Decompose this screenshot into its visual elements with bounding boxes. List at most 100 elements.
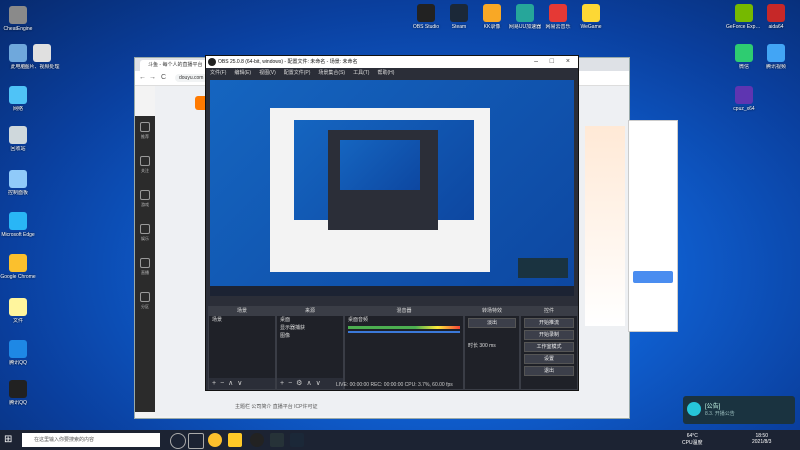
settings-button[interactable]: 设置 [524,354,574,364]
search-input[interactable]: 在这里输入你要搜索的内容 [22,433,160,447]
app-icon [9,212,27,230]
maximize-icon[interactable]: □ [550,56,554,68]
desktop-icon-label: Microsoft Edge [1,232,35,238]
cortana-icon[interactable] [170,433,186,449]
left-desktop-icon[interactable]: Microsoft Edge [0,212,36,238]
forward-icon[interactable]: → [149,74,156,82]
nav-item-icon [140,292,150,302]
left-desktop-icon[interactable]: 图片、视频处理 [24,44,60,70]
obs-menu-item[interactable]: 场景集合(S) [318,68,345,78]
app-icon [9,86,27,104]
site-left-nav: 推荐关注游戏娱乐直播 分区 [135,116,155,412]
login-button[interactable] [633,271,673,283]
top-desktop-icon[interactable]: OBS Studio [408,4,444,30]
left-desktop-icon[interactable]: 回收站 [0,126,36,152]
obs-menu-item[interactable]: 配置文件(P) [284,68,311,78]
right-desktop-icon[interactable]: aida64 [758,4,794,30]
left-desktop-icon[interactable]: 文件 [0,298,36,324]
exit-button[interactable]: 退出 [524,366,574,376]
source-item[interactable]: 桌面 [277,316,343,324]
volume-slider[interactable] [348,331,460,333]
right-desktop-icon[interactable]: GeForce Experience [726,4,762,30]
page-footer-text: 主题栏 公司简介 直播平台 ICP许可证 [235,404,318,410]
start-icon[interactable]: ⊞ [4,434,12,445]
scene-item[interactable]: 场景 [209,316,275,324]
close-icon[interactable]: × [566,56,570,68]
site-nav-item[interactable]: 游戏 [135,184,155,218]
obs-menu-item[interactable]: 文件(F) [210,68,226,78]
desktop-icon-label: 网易云音乐 [545,24,571,30]
desktop-icon-label: 腾讯视频 [765,64,786,70]
page-banner [585,126,625,326]
sources-toolbar[interactable]: +−⚙∧∨ [277,378,343,389]
obs-window[interactable]: OBS 25.0.8 (64-bit, windows) - 配置文件: 未命名… [205,55,579,391]
obs-menu-item[interactable]: 帮助(H) [377,68,394,78]
site-nav-item[interactable]: 直播 [135,252,155,286]
app-icon [735,86,753,104]
app-icon [516,4,534,22]
left-desktop-icon[interactable]: Google Chrome [0,254,36,280]
left-desktop-icon[interactable]: 网络 [0,86,36,112]
start-stream-button[interactable]: 开始推流 [524,318,574,328]
source-item[interactable]: 图像 [277,332,343,340]
top-desktop-icon[interactable]: KK录像 [474,4,510,30]
site-nav-item[interactable]: 娱乐 [135,218,155,252]
app-icon [33,44,51,62]
steam-taskbar-icon[interactable] [290,433,304,447]
top-desktop-icon[interactable]: Steam [441,4,477,30]
app-taskbar-icon[interactable] [270,433,284,447]
nav-item-label: 游戏 [141,202,149,207]
login-panel [628,120,678,332]
left-desktop-icon[interactable]: 控制面板 [0,170,36,196]
top-desktop-icon[interactable]: WeGame [573,4,609,30]
transition-select[interactable]: 淡出 [468,318,516,328]
obs-menu-item[interactable]: 视图(V) [259,68,276,78]
nav-item-label: 关注 [141,168,149,173]
top-desktop-icon[interactable]: 网易云音乐 [540,4,576,30]
desktop-icon-label: 控制面板 [7,190,28,196]
back-icon[interactable]: ← [139,74,146,82]
desktop-icon-label: OBS Studio [412,24,440,30]
left-desktop-icon[interactable]: 腾讯QQ [0,380,36,406]
minimize-icon[interactable]: – [534,56,538,68]
nav-item-icon [140,224,150,234]
obs-taskbar-icon[interactable] [250,433,264,447]
scenes-toolbar[interactable]: +−∧∨ [209,378,275,389]
reload-icon[interactable]: C [161,74,166,82]
right-desktop-icon[interactable]: 微信 [726,44,762,70]
app-icon [9,380,27,398]
duration-label: 时长 [468,343,479,349]
left-desktop-icon[interactable]: CheatEngine [0,6,36,32]
mixer-dock: 混音器 桌面音频 [344,306,464,390]
sources-title: 来源 [277,307,343,316]
explorer-icon[interactable] [228,433,242,447]
desktop-icon-label: Google Chrome [0,274,36,280]
controls-title: 控件 [521,307,577,316]
clock[interactable]: 18:50 2021/8/3 [752,433,771,445]
obs-menu-item[interactable]: 编辑(E) [234,68,251,78]
desktop-icon-label: WeGame [580,24,602,30]
studio-mode-button[interactable]: 工作室模式 [524,342,574,352]
chrome-icon[interactable] [208,433,222,447]
site-nav-item[interactable]: 分区 [135,286,155,320]
start-record-button[interactable]: 开始录制 [524,330,574,340]
top-desktop-icon[interactable]: 网易UU加速器 [507,4,543,30]
preview-notification [518,258,568,278]
left-desktop-icon[interactable]: 腾讯QQ [0,340,36,366]
duration-field[interactable]: 300 ms [479,343,495,349]
nav-item-icon [140,156,150,166]
notification-icon [687,402,701,416]
obs-title: OBS 25.0.8 (64-bit, windows) - 配置文件: 未命名… [218,59,358,65]
site-nav-item[interactable]: 关注 [135,150,155,184]
cpu-temp-label: CPU温度 [682,440,703,446]
notification-toast[interactable]: [公告] 8.3. 开播公告 [683,396,795,424]
app-icon [767,44,785,62]
right-desktop-icon[interactable]: 腾讯视频 [758,44,794,70]
task-view-icon[interactable] [188,433,204,449]
nested-screen-2 [340,140,420,190]
obs-menu-item[interactable]: 工具(T) [353,68,369,78]
right-desktop-icon[interactable]: cpuz_x64 [726,86,762,112]
source-item[interactable]: 显示器捕获 [277,324,343,332]
nav-item-label: 娱乐 [141,236,149,241]
site-nav-item[interactable]: 推荐 [135,116,155,150]
